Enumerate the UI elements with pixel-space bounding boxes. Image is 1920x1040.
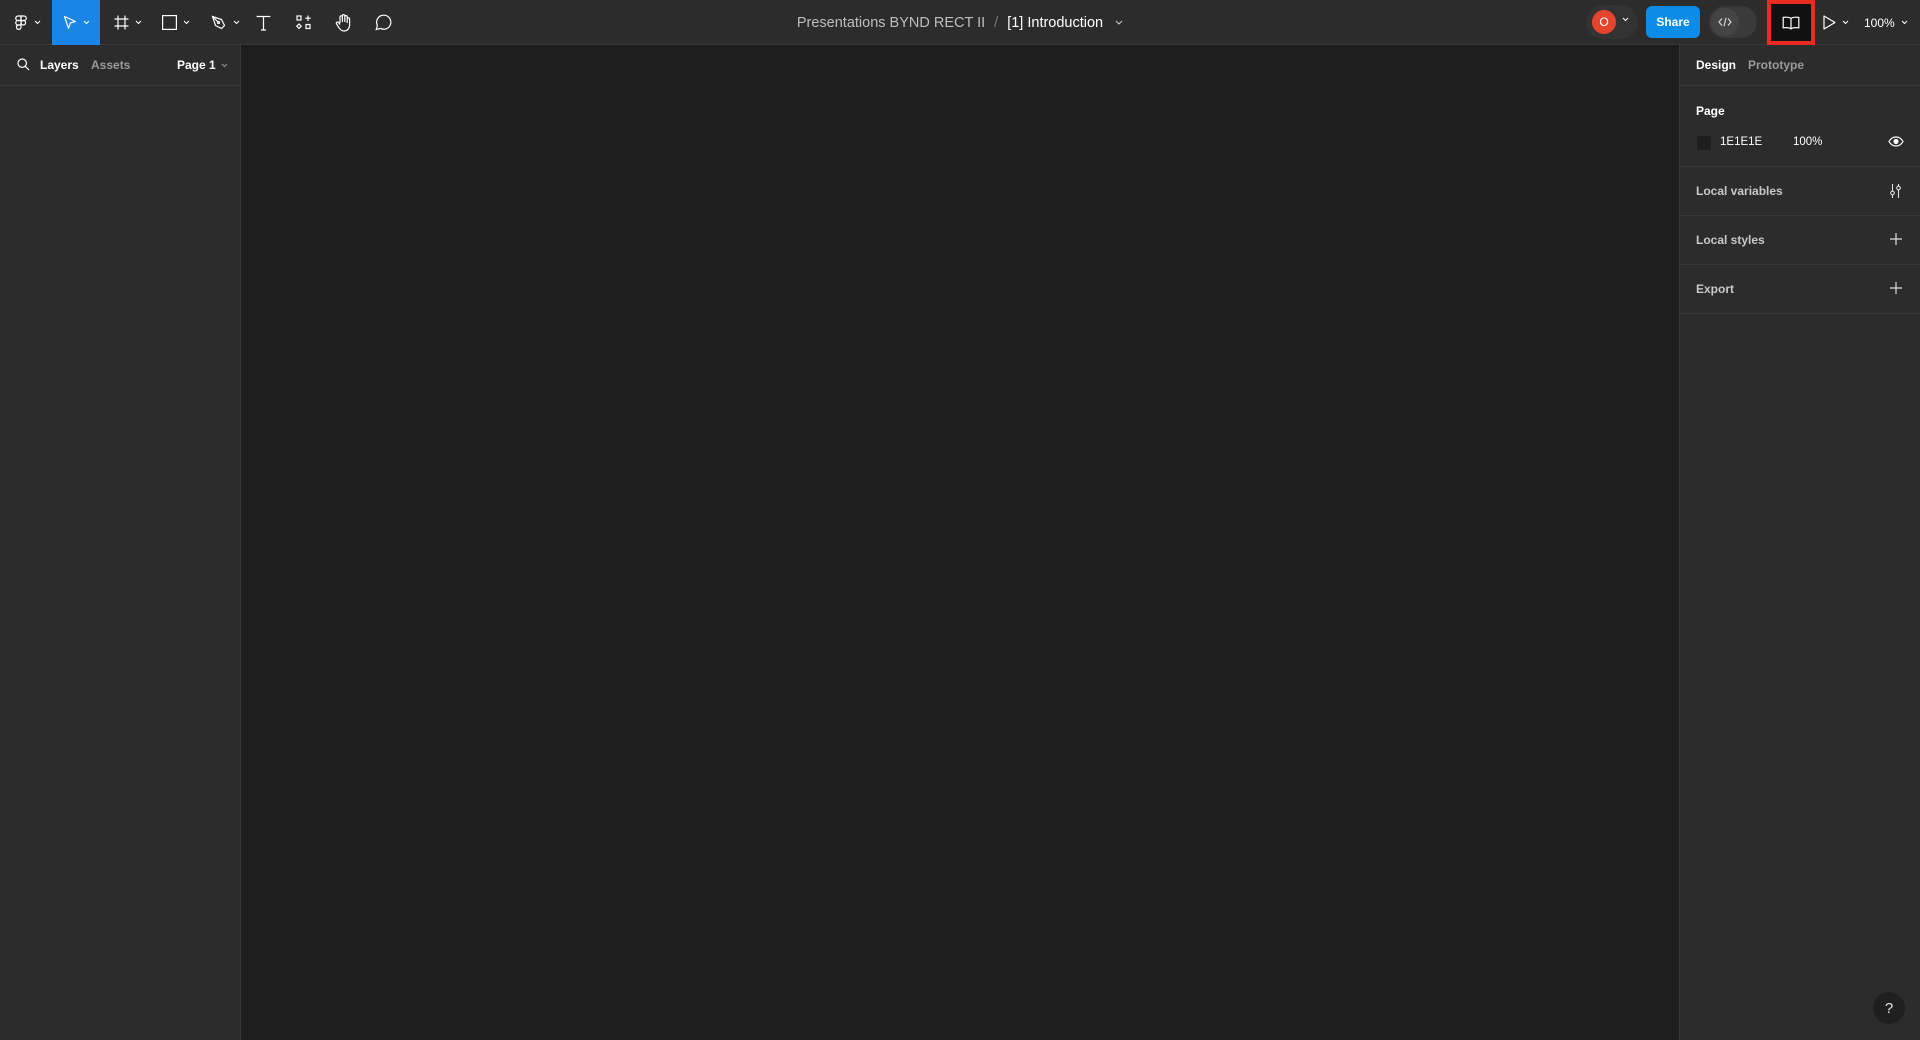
chevron-down-icon[interactable]	[1622, 17, 1629, 22]
chevron-down-icon	[221, 63, 228, 67]
right-panel-tabs: Design Prototype	[1680, 45, 1920, 86]
plus-icon[interactable]	[1889, 281, 1903, 295]
left-panel-header: Layers Assets Page 1	[0, 45, 240, 86]
tab-assets[interactable]: Assets	[91, 58, 130, 72]
pen-tool-button[interactable]	[207, 0, 243, 45]
zoom-dropdown[interactable]: 100%	[1864, 0, 1908, 45]
local-variables-title: Local variables	[1696, 184, 1783, 198]
library-button[interactable]	[1767, 0, 1815, 45]
chevron-down-icon	[135, 20, 142, 25]
comment-tool-button[interactable]	[371, 0, 395, 45]
book-open-icon	[1782, 16, 1800, 30]
dev-mode-toggle[interactable]	[1709, 6, 1757, 38]
frame-hash-icon	[114, 15, 129, 30]
move-tool-button[interactable]	[52, 0, 100, 45]
local-styles-title: Local styles	[1696, 233, 1765, 247]
chevron-down-icon	[1842, 20, 1849, 25]
file-name[interactable]: [1] Introduction	[1007, 15, 1103, 31]
hand-icon	[335, 13, 350, 32]
share-button[interactable]: Share	[1646, 6, 1700, 38]
chevron-down-icon	[83, 20, 89, 25]
play-icon	[1823, 15, 1836, 30]
right-panel: Design Prototype Page 1E1E1E 100% Local …	[1679, 45, 1920, 1040]
zoom-level: 100%	[1864, 15, 1895, 30]
dev-mode-knob	[1711, 8, 1739, 36]
page-color-opacity[interactable]: 100%	[1793, 136, 1822, 148]
chevron-down-icon	[183, 20, 190, 25]
main-menu-button[interactable]	[8, 0, 46, 45]
canvas[interactable]	[241, 45, 1679, 1040]
eye-icon[interactable]	[1888, 136, 1904, 147]
sliders-icon[interactable]	[1889, 183, 1902, 199]
page-selector-label: Page 1	[177, 58, 216, 72]
code-icon	[1718, 17, 1732, 27]
tab-design[interactable]: Design	[1696, 58, 1736, 72]
chevron-down-icon	[1901, 20, 1908, 25]
pen-nib-icon	[211, 15, 225, 29]
local-styles-section[interactable]: Local styles	[1680, 216, 1920, 265]
plus-icon[interactable]	[1889, 232, 1903, 246]
export-section[interactable]: Export	[1680, 265, 1920, 314]
cursor-arrow-icon	[63, 15, 76, 29]
shape-tool-button[interactable]	[158, 0, 194, 45]
hand-tool-button[interactable]	[331, 0, 355, 45]
text-t-icon	[256, 15, 270, 31]
page-color-swatch[interactable]	[1697, 136, 1711, 150]
local-variables-section[interactable]: Local variables	[1680, 167, 1920, 216]
speech-bubble-icon	[374, 14, 391, 31]
help-button[interactable]: ?	[1873, 992, 1905, 1024]
page-selector[interactable]: Page 1	[177, 58, 228, 72]
frame-tool-button[interactable]	[110, 0, 146, 45]
present-button[interactable]	[1823, 0, 1849, 45]
chevron-down-icon	[233, 20, 239, 25]
components-icon	[296, 14, 311, 29]
resources-tool-button[interactable]	[292, 0, 316, 45]
project-name[interactable]: Presentations BYND RECT II	[797, 15, 985, 31]
export-title: Export	[1696, 282, 1735, 296]
chevron-down-icon[interactable]	[1115, 20, 1123, 25]
page-section: Page 1E1E1E 100%	[1680, 86, 1920, 167]
toolbar: Presentations BYND RECT II / [1] Introdu…	[0, 0, 1920, 45]
rectangle-icon	[162, 15, 177, 30]
left-panel: Layers Assets Page 1	[0, 45, 241, 1040]
text-tool-button[interactable]	[251, 0, 275, 45]
avatar[interactable]: O	[1592, 10, 1616, 34]
search-icon[interactable]	[17, 58, 30, 71]
title-separator: /	[994, 14, 999, 31]
figma-logo-icon	[14, 14, 27, 30]
tab-prototype[interactable]: Prototype	[1748, 58, 1804, 72]
page-section-title: Page	[1696, 104, 1725, 118]
tab-layers[interactable]: Layers	[40, 58, 79, 72]
page-color-hex[interactable]: 1E1E1E	[1720, 136, 1762, 148]
chevron-down-icon	[34, 20, 40, 25]
